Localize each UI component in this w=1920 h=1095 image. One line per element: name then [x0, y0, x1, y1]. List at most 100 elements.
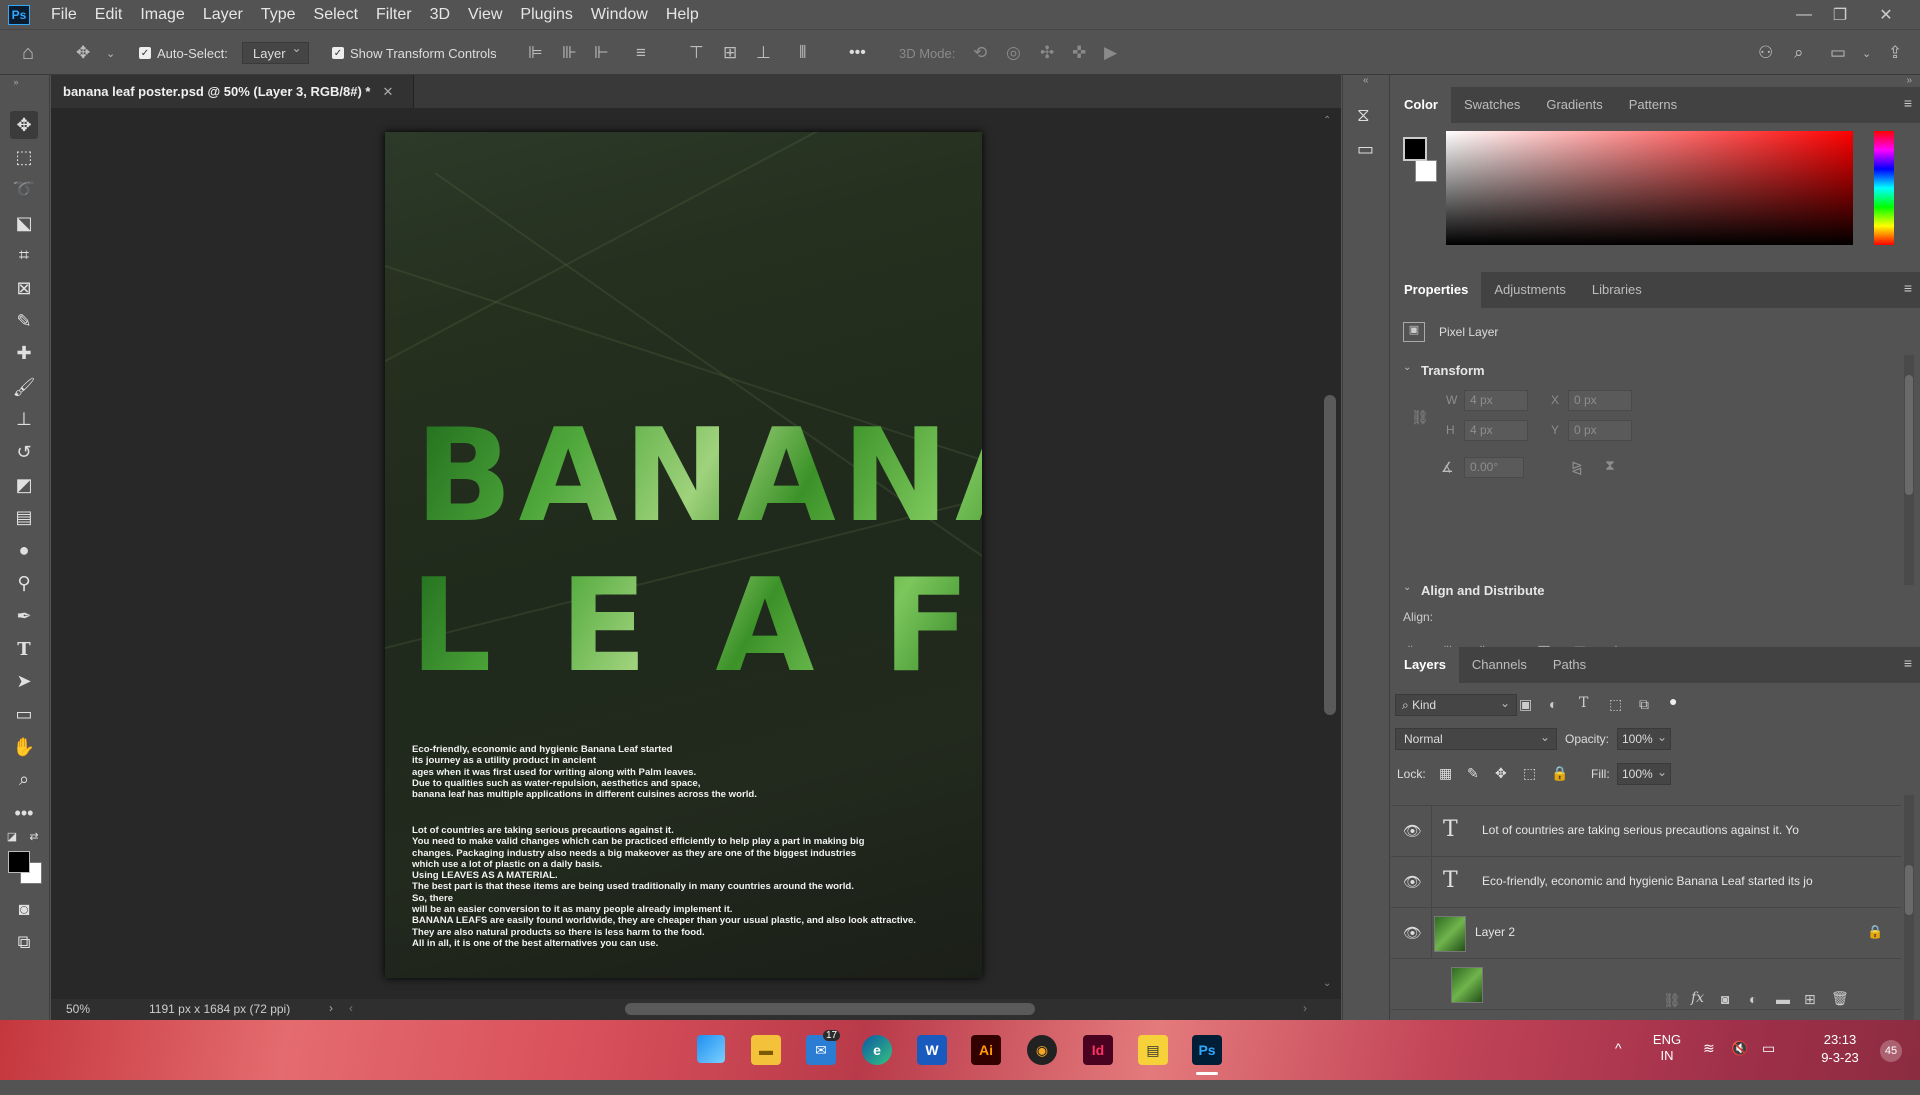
path-selection-icon[interactable]: ➤: [10, 667, 38, 695]
document-tab[interactable]: banana leaf poster.psd @ 50% (Layer 3, R…: [51, 75, 414, 108]
visibility-eye-icon[interactable]: 👁: [1403, 873, 1422, 891]
chevron-down-icon[interactable]: ⌄: [106, 30, 115, 76]
indesign-icon[interactable]: Id: [1083, 1035, 1113, 1065]
rectangular-marquee-icon[interactable]: ⬚: [10, 143, 38, 171]
user-search-icon[interactable]: ⚇: [1758, 30, 1773, 76]
layer-kind-filter[interactable]: ⌕ Kind ⌄: [1395, 694, 1517, 716]
layers-scrollbar[interactable]: [1904, 795, 1914, 1050]
new-group-icon[interactable]: ▬: [1776, 991, 1790, 1007]
flip-vertical-icon[interactable]: ⧗: [1605, 457, 1615, 474]
scroll-down-icon[interactable]: ⌄: [1323, 978, 1331, 989]
panel-menu-icon[interactable]: ≡: [1904, 280, 1912, 296]
history-panel-icon[interactable]: ⧖: [1357, 105, 1370, 126]
color-foreground-swatch[interactable]: [1403, 137, 1427, 161]
filter-pixel-icon[interactable]: ▣: [1519, 696, 1532, 713]
chevron-down-icon[interactable]: ⌄: [1862, 30, 1871, 76]
language-indicator[interactable]: ENG IN: [1650, 1032, 1684, 1064]
tab-channels[interactable]: Channels: [1459, 647, 1540, 683]
vertical-scroll-thumb[interactable]: [1324, 395, 1336, 715]
lock-position-icon[interactable]: ✥: [1495, 765, 1507, 782]
opacity-field[interactable]: 100% ⌄: [1617, 728, 1671, 750]
brush-icon[interactable]: 🖌: [10, 373, 38, 401]
menu-type[interactable]: Type: [252, 0, 305, 29]
align-vertical-centers-icon[interactable]: ⊞: [723, 30, 737, 76]
menu-layer[interactable]: Layer: [194, 0, 252, 29]
layer-row[interactable]: 👁 T Eco-friendly, economic and hygienic …: [1391, 857, 1901, 908]
screen-mode-icon[interactable]: ⧉: [10, 928, 38, 956]
auto-select-dropdown[interactable]: Layer: [242, 41, 309, 64]
crop-icon[interactable]: ⌗: [10, 241, 38, 269]
history-brush-icon[interactable]: ↺: [10, 438, 38, 466]
auto-select-checkbox[interactable]: ✓ Auto-Select:: [139, 30, 228, 76]
object-selection-icon[interactable]: ⬕: [10, 209, 38, 237]
hue-slider[interactable]: [1874, 131, 1894, 245]
lock-transparent-icon[interactable]: ▦: [1439, 765, 1452, 782]
scroll-up-icon[interactable]: ⌃: [1323, 115, 1331, 126]
more-tools-icon[interactable]: •••: [10, 799, 38, 827]
color-field[interactable]: [1446, 131, 1853, 245]
horizontal-scroll-thumb[interactable]: [625, 1003, 1035, 1015]
fx-icon[interactable]: fx: [1691, 990, 1704, 1006]
zoom-level[interactable]: 50%: [66, 1002, 90, 1016]
height-field[interactable]: 4 px: [1464, 420, 1528, 441]
clock[interactable]: 23:13 9-3-23: [1810, 1031, 1870, 1067]
blend-mode-dropdown[interactable]: Normal ⌄: [1395, 728, 1557, 750]
tab-gradients[interactable]: Gradients: [1533, 87, 1615, 123]
wifi-icon[interactable]: ≋: [1703, 1040, 1715, 1057]
menu-filter[interactable]: Filter: [367, 0, 421, 29]
distribute-horizontal-icon[interactable]: ⦀: [799, 30, 806, 76]
chevron-down-icon[interactable]: ⌄: [1403, 582, 1411, 593]
zoom-tool-icon[interactable]: ⌕: [10, 765, 38, 793]
add-mask-icon[interactable]: ◙: [1721, 991, 1729, 1007]
y-field[interactable]: 0 px: [1568, 420, 1632, 441]
menu-edit[interactable]: Edit: [86, 0, 132, 29]
collapse-icon[interactable]: »: [2, 75, 30, 89]
home-icon[interactable]: ⌂: [22, 30, 34, 76]
layer-row-partial[interactable]: [1391, 959, 1901, 1010]
illustrator-icon[interactable]: Ai: [971, 1035, 1001, 1065]
eraser-icon[interactable]: ◩: [10, 471, 38, 499]
workspace-icon[interactable]: ▭: [1830, 30, 1846, 76]
distribute-vertical-icon[interactable]: ≡: [636, 30, 646, 76]
tab-adjustments[interactable]: Adjustments: [1481, 272, 1579, 308]
status-expand-icon[interactable]: ›: [329, 1001, 333, 1015]
word-icon[interactable]: W: [917, 1035, 947, 1065]
layer-row[interactable]: 👁 Layer 2 🔒: [1391, 908, 1901, 959]
angle-field[interactable]: 0.00°: [1464, 457, 1524, 478]
menu-help[interactable]: Help: [657, 0, 708, 29]
menu-select[interactable]: Select: [305, 0, 367, 29]
tab-properties[interactable]: Properties: [1391, 272, 1482, 308]
filter-shape-icon[interactable]: ⬚: [1609, 696, 1622, 713]
filter-adjustment-icon[interactable]: ◐: [1549, 696, 1557, 712]
orbit-3d-icon[interactable]: ⟲: [973, 30, 987, 76]
notification-badge[interactable]: 45: [1880, 1040, 1902, 1062]
panel-menu-icon[interactable]: ≡: [1904, 95, 1912, 111]
healing-brush-icon[interactable]: ✚: [10, 339, 38, 367]
properties-scroll-thumb[interactable]: [1905, 375, 1913, 495]
width-field[interactable]: 4 px: [1464, 390, 1528, 411]
x-field[interactable]: 0 px: [1568, 390, 1632, 411]
filter-smart-object-icon[interactable]: ⧉: [1639, 696, 1649, 713]
hand-tool-icon[interactable]: ✋: [10, 733, 38, 761]
pan-3d-icon[interactable]: ✣: [1040, 30, 1054, 76]
share-icon[interactable]: ⇪: [1888, 30, 1902, 76]
visibility-eye-icon[interactable]: 👁: [1403, 822, 1422, 840]
roll-3d-icon[interactable]: ◎: [1006, 30, 1021, 76]
comments-panel-icon[interactable]: ▭: [1357, 139, 1374, 160]
layers-scroll-thumb[interactable]: [1905, 865, 1913, 915]
clone-stamp-icon[interactable]: ⊥: [10, 405, 38, 433]
expand-panels-icon[interactable]: «: [1363, 75, 1369, 86]
delete-layer-icon[interactable]: 🗑: [1831, 990, 1849, 1007]
photoshop-taskbar-icon[interactable]: Ps: [1192, 1035, 1222, 1065]
chevron-down-icon[interactable]: ⌄: [1403, 362, 1411, 373]
tab-patterns[interactable]: Patterns: [1616, 87, 1690, 123]
tab-swatches[interactable]: Swatches: [1451, 87, 1533, 123]
tab-libraries[interactable]: Libraries: [1579, 272, 1655, 308]
flip-horizontal-icon[interactable]: ⧎: [1571, 459, 1583, 476]
close-tab-icon[interactable]: ✕: [382, 84, 393, 100]
more-options-button[interactable]: •••: [849, 30, 866, 76]
scroll-left-icon[interactable]: ‹: [349, 1001, 353, 1015]
move-tool-preset-icon[interactable]: ✥: [76, 30, 90, 76]
menu-view[interactable]: View: [459, 0, 511, 29]
adjustment-layer-icon[interactable]: ◐: [1749, 991, 1757, 1007]
